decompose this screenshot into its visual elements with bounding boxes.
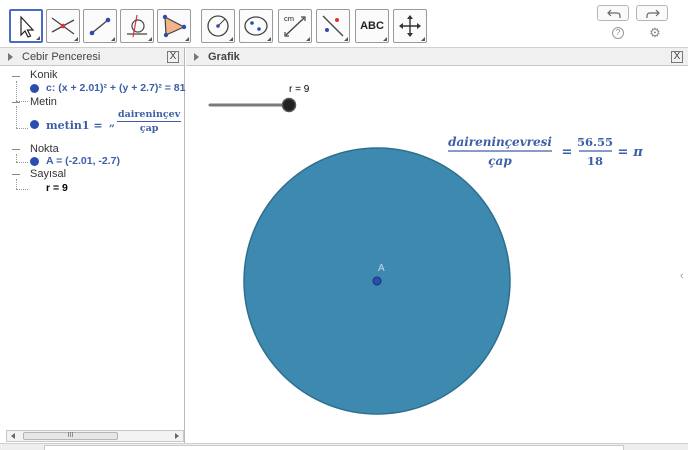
undo-button[interactable] [597,5,629,21]
graphics-panel-title: Grafik [208,51,240,63]
move-view-tool-button[interactable] [393,9,427,43]
circle-tool-button[interactable] [201,9,235,43]
point-object[interactable]: A = (-2.01, -2.7) [46,155,120,167]
collapse-minus-icon[interactable] [12,102,20,103]
side-panel-handle-icon[interactable]: ‹ [680,270,688,282]
visibility-dot-icon[interactable] [30,157,39,166]
gear-icon[interactable]: ⚙ [648,26,662,40]
algebra-panel: Cebir Penceresi X Konik c: (x + 2.01)² +… [0,48,186,450]
scroll-right-icon[interactable] [175,433,179,439]
formula-text[interactable]: daireninçevresi çap = 56.55 18 = π [448,135,643,168]
intersect-tool-button[interactable] [46,9,80,43]
redo-icon [646,9,660,18]
tree-guide [16,162,28,163]
collapse-triangle-icon[interactable] [194,53,199,61]
tree-guide [16,179,17,189]
category-sayisal[interactable]: Sayısal [30,168,66,180]
move-view-icon [399,15,421,37]
text-object-label[interactable]: metin1 = [46,119,103,132]
text-object-fraction[interactable]: daireninçev çap [117,109,182,134]
conic-object[interactable]: c: (x + 2.01)² + (y + 2.7)² = 81 [46,82,186,94]
number-object[interactable]: r = 9 [46,182,68,194]
point-a[interactable] [372,276,382,286]
undo-icon [607,9,621,18]
category-konik[interactable]: Konik [30,69,58,81]
category-nokta[interactable]: Nokta [30,143,59,155]
intersect-lines-icon [51,17,75,35]
tree-guide [16,189,28,190]
text-fraction-numerator: daireninçev [117,109,182,122]
graphics-panel-header: Grafik X [186,48,688,66]
tree-guide [16,154,17,162]
polygon-tool-button[interactable] [157,9,191,43]
svg-text:cm: cm [284,14,294,23]
perpendicular-circle-icon [127,14,147,38]
category-metin[interactable]: Metin [30,96,57,108]
slider-handle[interactable] [281,97,297,113]
distance-tool-button[interactable]: cm [278,9,312,43]
segment-tool-button[interactable] [83,9,117,43]
formula-numerator-1: daireninçevresi [448,135,552,149]
formula-denominator-1: çap [488,154,512,168]
algebra-panel-header: Cebir Penceresi X [0,48,184,66]
move-tool-button[interactable] [9,9,43,43]
tree-guide [16,81,17,101]
slider-label: r = 9 [289,84,310,95]
scroll-left-icon[interactable] [11,433,15,439]
reflect-line-icon [322,15,344,37]
formula-equals-1: = [562,145,573,160]
help-icon[interactable]: ? [612,27,624,39]
polygon-icon [162,14,187,38]
visibility-dot-icon[interactable] [30,84,39,93]
formula-pi: π [632,145,643,160]
collapse-minus-icon[interactable] [12,76,20,77]
perpendicular-tool-button[interactable] [120,9,154,43]
formula-denominator-2: 18 [587,154,603,168]
collapse-minus-icon[interactable] [12,174,20,175]
circle-center-point-icon [207,15,229,37]
tree-guide [16,128,28,129]
collapse-minus-icon[interactable] [12,149,20,150]
point-a-label: A [378,263,385,274]
distance-cm-icon: cm [284,14,306,37]
algebra-panel-title: Cebir Penceresi [22,51,101,63]
graphics-canvas[interactable]: r = 9 daireninçevresi çap = 56.55 18 = π… [186,67,688,442]
graphics-close-icon[interactable]: X [671,51,683,63]
algebra-horizontal-scrollbar[interactable]: III [6,430,184,442]
ellipse-icon [244,16,268,36]
formula-numerator-2: 56.55 [577,135,613,149]
graphics-panel: Grafik X r = 9 daireninçevresi çap = 56.… [186,48,688,450]
ellipse-tool-button[interactable] [239,9,273,43]
text-tool-button[interactable]: ABC [355,9,389,43]
algebra-close-icon[interactable]: X [167,51,179,63]
segment-icon [89,17,111,36]
input-field[interactable] [44,445,624,450]
collapse-triangle-icon[interactable] [8,53,13,61]
formula-equals-2: = [618,145,629,160]
visibility-dot-icon[interactable] [30,120,39,129]
tree-guide [16,106,17,128]
text-fraction-denominator: çap [139,123,159,134]
text-object-quote: „ [109,117,116,129]
redo-button[interactable] [636,5,668,21]
reflect-tool-button[interactable] [316,9,350,43]
toolbar: cm ABC ? ⚙ [0,0,688,48]
scroll-thumb[interactable]: III [23,432,118,440]
visibility-dot-icon[interactable] [30,184,39,193]
